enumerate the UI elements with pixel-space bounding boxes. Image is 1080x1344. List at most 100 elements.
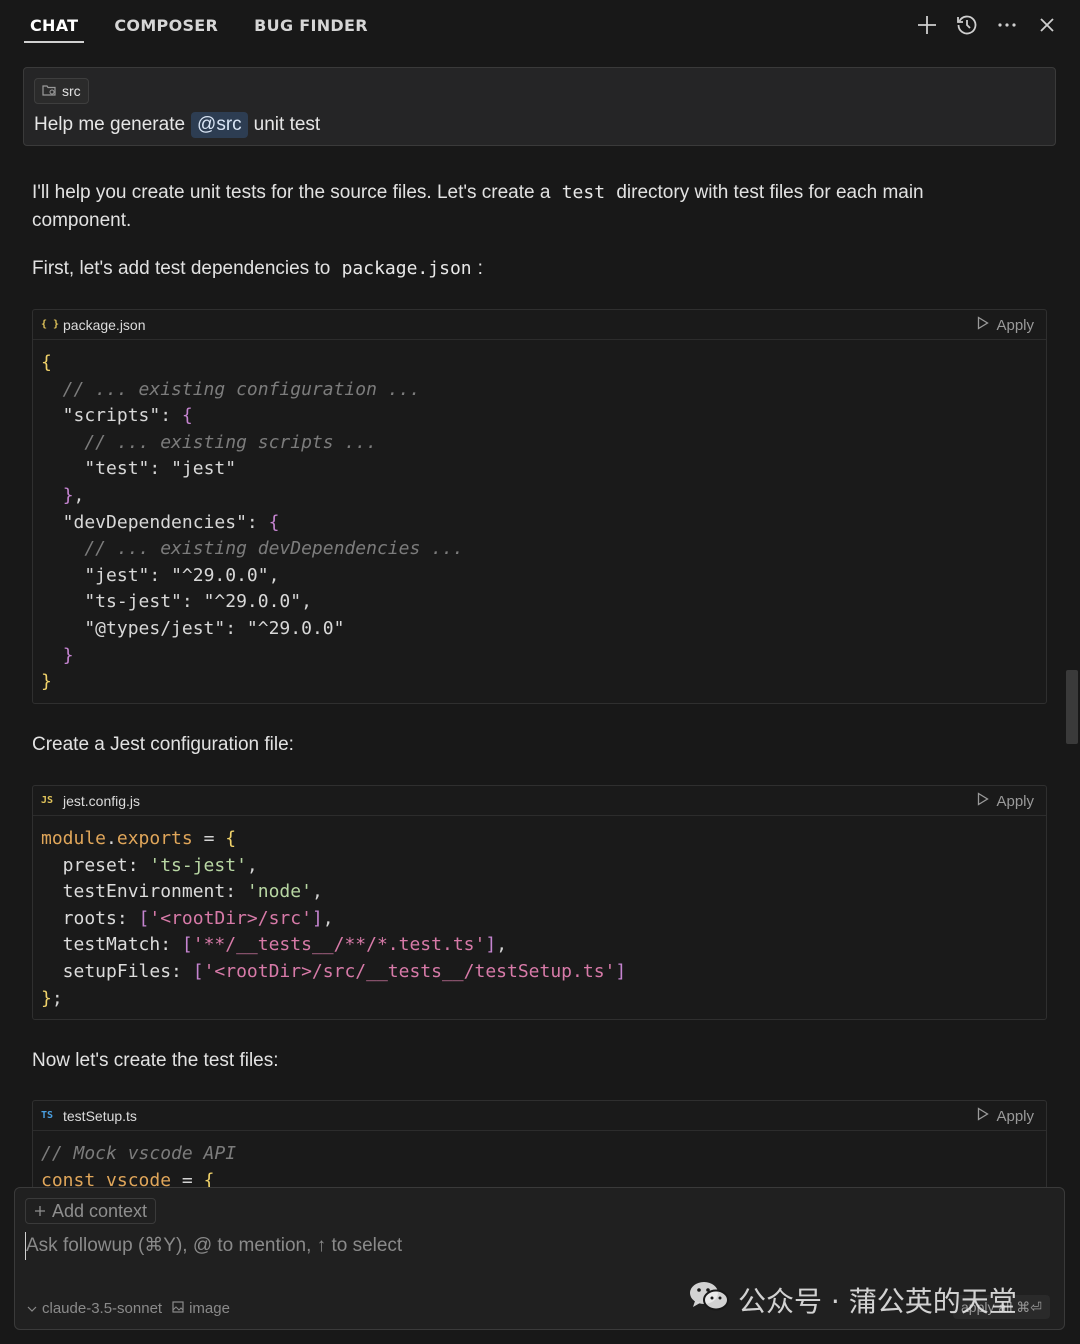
code-token: :: [225, 617, 247, 639]
code-token: ,: [322, 907, 334, 929]
code-token: roots:: [41, 907, 139, 929]
apply-label: Apply: [996, 792, 1034, 810]
code-token: }: [41, 671, 52, 693]
apply-button[interactable]: Apply: [977, 1101, 1034, 1131]
chip-label: src: [62, 83, 81, 99]
plus-icon[interactable]: [914, 10, 940, 40]
more-icon[interactable]: [994, 10, 1020, 40]
code-line: };: [41, 986, 1038, 1013]
top-actions: [914, 10, 1060, 40]
code-line: },: [41, 483, 1038, 510]
deps-text-a: First, let's add test dependencies to: [32, 258, 331, 279]
code-line: {: [41, 350, 1038, 377]
code-token: :: [181, 591, 204, 613]
code-body: module.exports = { preset: 'ts-jest', te…: [33, 816, 1046, 1019]
intro-text-a: I'll help you create unit tests for the …: [32, 182, 551, 203]
folder-icon: [42, 83, 56, 99]
code-token: "ts-jest": [41, 591, 182, 613]
code-token: ,: [301, 591, 312, 613]
response-deps: First, let's add test dependencies to pa…: [32, 255, 483, 283]
play-icon: [977, 792, 990, 810]
code-token: [: [192, 960, 204, 982]
deps-text-b: :: [477, 258, 483, 279]
plus-icon: [34, 1201, 46, 1222]
code-line: }: [41, 669, 1038, 696]
query-text-after: unit test: [253, 114, 321, 135]
apply-button[interactable]: Apply: [977, 786, 1034, 816]
code-token: testEnvironment:: [41, 881, 247, 903]
code-token: // ... existing devDependencies ...: [41, 538, 464, 560]
image-label: image: [189, 1300, 230, 1317]
code-token: {: [268, 511, 280, 533]
add-context-button[interactable]: Add context: [25, 1198, 157, 1224]
close-icon[interactable]: [1034, 10, 1060, 40]
code-token: :: [160, 405, 182, 427]
play-icon: [977, 316, 990, 334]
code-block-filename: jest.config.js: [63, 792, 141, 809]
code-block-header: TS testSetup.ts Apply: [33, 1101, 1046, 1131]
code-token: :: [149, 564, 172, 586]
code-token: preset:: [41, 854, 150, 876]
code-token: // ... existing scripts ...: [41, 431, 377, 453]
test-files-label: Now let's create the test files:: [32, 1050, 279, 1071]
context-chip-src[interactable]: src: [34, 78, 89, 104]
code-token: ,: [268, 564, 280, 586]
code-token: {: [225, 828, 237, 849]
wechat-icon: [688, 1279, 730, 1320]
response-intro: I'll help you create unit tests for the …: [32, 179, 1032, 235]
scrollbar[interactable]: [1066, 670, 1078, 744]
query-text-before: Help me generate: [34, 114, 186, 135]
model-select[interactable]: claude-3.5-sonnet: [27, 1300, 162, 1317]
inline-code-test: test: [561, 182, 606, 203]
code-line: "devDependencies": {: [41, 510, 1038, 537]
code-block-filename: testSetup.ts: [63, 1107, 137, 1124]
ts-file-icon: TS: [41, 1110, 54, 1121]
code-token: "jest": [171, 458, 237, 480]
code-line: // ... existing devDependencies ...: [41, 536, 1038, 563]
image-button[interactable]: image: [172, 1300, 230, 1317]
user-query-box[interactable]: src Help me generate @src unit test: [23, 67, 1056, 146]
code-line: // Mock vscode API: [41, 1141, 1038, 1168]
code-token: '**/__tests__/**/*.test.ts': [192, 934, 486, 956]
apply-label: Apply: [996, 316, 1034, 334]
tab-bug-finder[interactable]: BUG FINDER: [236, 0, 386, 52]
code-block-header: JS jest.config.js Apply: [33, 786, 1046, 816]
code-line: "jest": "^29.0.0",: [41, 563, 1038, 590]
tab-composer[interactable]: COMPOSER: [96, 0, 236, 52]
code-token: module: [41, 828, 107, 849]
apply-button[interactable]: Apply: [977, 310, 1034, 340]
code-block-jest-config: JS jest.config.js Apply module.exports =…: [32, 785, 1047, 1020]
jest-config-label: Create a Jest configuration file:: [32, 734, 294, 755]
apply-label: Apply: [996, 1107, 1034, 1125]
code-token: setupFiles:: [41, 960, 193, 982]
code-block-header: { } package.json Apply: [33, 310, 1046, 340]
code-block-package-json: { } package.json Apply { // ... existing…: [32, 309, 1047, 704]
mention-src[interactable]: @src: [191, 112, 248, 138]
top-bar: CHAT COMPOSER BUG FINDER: [0, 0, 1080, 52]
intro-text-c: component.: [32, 210, 132, 231]
code-line: }: [41, 643, 1038, 670]
query-text: Help me generate @src unit test: [34, 112, 320, 138]
code-token: [: [181, 934, 193, 956]
code-token: "jest": [41, 564, 150, 586]
code-token: "test": [41, 458, 150, 480]
code-block-filename: package.json: [63, 316, 146, 333]
code-token: testMatch:: [41, 934, 182, 956]
code-line: // ... existing configuration ...: [41, 377, 1038, 404]
code-line: "test": "jest": [41, 456, 1038, 483]
intro-text-b: directory with test files for each main: [616, 182, 924, 203]
code-line: module.exports = {: [41, 826, 1038, 853]
code-token: // Mock vscode API: [41, 1143, 237, 1164]
code-token: 'ts-jest': [149, 854, 247, 876]
add-context-label: Add context: [52, 1200, 148, 1221]
history-icon[interactable]: [954, 10, 980, 40]
composer-bottom-row: claude-3.5-sonnet image: [27, 1300, 230, 1317]
code-token: "^29.0.0": [171, 564, 269, 586]
code-token: ,: [73, 484, 85, 506]
tab-chat[interactable]: CHAT: [12, 0, 96, 52]
code-line: testMatch: ['**/__tests__/**/*.test.ts']…: [41, 932, 1038, 959]
code-token: "@types/jest": [41, 617, 226, 639]
followup-input[interactable]: [25, 1232, 1025, 1260]
